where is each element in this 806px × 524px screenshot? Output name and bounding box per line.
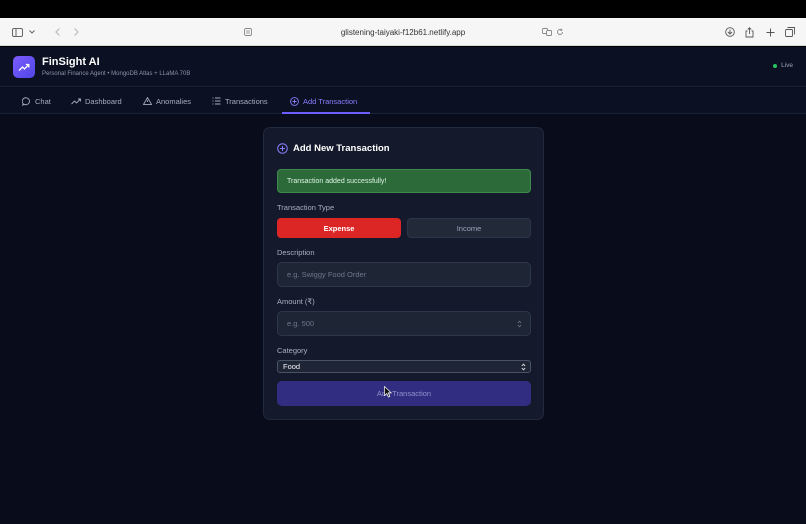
category-label: Category (277, 346, 308, 355)
app-subtitle: Personal Finance Agent • MongoDB Atlas +… (42, 71, 191, 77)
url-text[interactable]: glistening-taiyaki-f12b61.netlify.app (341, 28, 465, 37)
success-alert: Transaction added successfully! (277, 169, 531, 193)
tab-bar: Chat Dashboard Anomalies Transactions Ad… (0, 88, 806, 114)
tab-add-transaction-label: Add Transaction (303, 96, 358, 106)
sidebar-toggle-icon[interactable] (10, 18, 24, 46)
screen-top-bar (0, 0, 806, 18)
forward-icon[interactable] (71, 18, 81, 46)
select-arrows-icon (521, 361, 526, 372)
new-tab-icon[interactable] (764, 18, 776, 46)
description-placeholder: e.g. Swiggy Food Order (287, 270, 367, 279)
plus-circle-icon (290, 96, 299, 106)
amount-placeholder: e.g. 500 (287, 319, 315, 328)
app-logo (13, 56, 35, 78)
description-label: Description (277, 248, 315, 257)
expense-button[interactable]: Expense (277, 218, 401, 238)
tab-dashboard[interactable]: Dashboard (71, 88, 122, 114)
trend-up-icon (18, 63, 30, 71)
category-value: Food (283, 362, 301, 371)
tab-overview-icon[interactable] (783, 18, 796, 46)
chevron-down-icon[interactable] (28, 18, 36, 46)
amount-label: Amount (₹) (277, 297, 315, 306)
category-select[interactable]: Food (277, 360, 531, 373)
amount-input[interactable]: e.g. 500 (277, 311, 531, 336)
page-settings-icon[interactable] (243, 18, 253, 46)
list-icon (212, 97, 221, 105)
mouse-cursor-icon (384, 386, 392, 398)
tab-transactions-label: Transactions (225, 96, 268, 106)
tab-anomalies-label: Anomalies (156, 96, 192, 106)
tab-anomalies[interactable]: Anomalies (143, 88, 191, 114)
address-bar[interactable]: glistening-taiyaki-f12b61.netlify.app (0, 18, 806, 46)
download-icon[interactable] (724, 18, 736, 46)
app-root: FinSight AI Personal Finance Agent • Mon… (0, 47, 806, 524)
tab-add-transaction[interactable]: Add Transaction (290, 88, 357, 114)
description-input[interactable]: e.g. Swiggy Food Order (277, 262, 531, 287)
live-status-label: Live (781, 62, 793, 69)
tab-chat-label: Chat (35, 96, 51, 106)
back-icon[interactable] (52, 18, 62, 46)
reload-icon[interactable] (555, 18, 565, 46)
stepper-icon[interactable] (517, 312, 522, 335)
app-header: FinSight AI Personal Finance Agent • Mon… (0, 47, 806, 87)
live-dot-icon (773, 63, 778, 68)
app-title: FinSight AI (42, 56, 100, 68)
income-button[interactable]: Income (407, 218, 531, 238)
card-header: Add New Transaction (277, 143, 390, 154)
active-tab-indicator (282, 112, 370, 114)
browser-toolbar: glistening-taiyaki-f12b61.netlify.app (0, 18, 806, 46)
tab-dashboard-label: Dashboard (85, 96, 122, 106)
live-status: Live (773, 62, 793, 69)
card-title: Add New Transaction (293, 143, 390, 154)
translate-icon[interactable] (541, 18, 553, 46)
tab-transactions[interactable]: Transactions (212, 88, 268, 114)
plus-circle-icon (277, 143, 288, 154)
add-transaction-button[interactable]: Add Transaction (277, 381, 531, 406)
share-icon[interactable] (743, 18, 755, 46)
transaction-type-label: Transaction Type (277, 203, 335, 212)
tab-chat[interactable]: Chat (22, 88, 51, 114)
add-transaction-card: Add New Transaction Transaction added su… (263, 127, 544, 420)
chat-icon (22, 96, 30, 106)
trend-icon (71, 98, 81, 104)
warning-icon (143, 97, 152, 105)
